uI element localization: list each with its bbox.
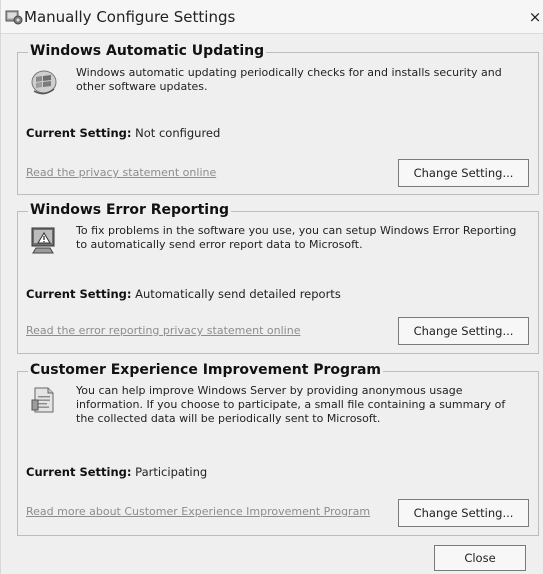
change-setting-button-error-reporting[interactable]: Change Setting... [398,317,529,345]
close-button[interactable]: Close [434,545,526,571]
group-title: Windows Error Reporting [28,202,232,218]
current-setting: Current Setting: Automatically send deta… [26,287,341,301]
group-title: Windows Automatic Updating [28,43,267,59]
current-setting-label: Current Setting: [26,126,132,140]
group-customer-experience-improvement-program: Customer Experience Improvement Program … [17,362,539,536]
current-setting-value: Not configured [135,126,221,140]
current-setting-label: Current Setting: [26,465,132,479]
group-description: Windows automatic updating periodically … [76,66,502,93]
group-windows-automatic-updating: Windows Automatic Updating Windows autom… [17,43,539,195]
error-reporting-icon [30,225,58,255]
current-setting-label: Current Setting: [26,287,132,301]
configure-settings-window: Manually Configure Settings × Windows Au… [0,0,543,574]
current-setting-value: Participating [135,465,208,479]
close-icon[interactable]: × [526,8,543,26]
windows-update-icon [30,67,58,97]
ceip-read-more-link[interactable]: Read more about Customer Experience Impr… [26,505,370,518]
current-setting: Current Setting: Participating [26,465,207,479]
change-setting-button-updating[interactable]: Change Setting... [398,159,529,187]
change-setting-button-ceip[interactable]: Change Setting... [398,499,529,527]
current-setting: Current Setting: Not configured [26,126,220,140]
group-title: Customer Experience Improvement Program [28,362,384,378]
settings-app-icon [5,9,23,25]
group-description: You can help improve Windows Server by p… [76,384,506,425]
group-description: To fix problems in the software you use,… [76,224,517,251]
privacy-statement-link[interactable]: Read the privacy statement online [26,166,216,179]
title-bar: Manually Configure Settings × [1,0,543,34]
window-title: Manually Configure Settings [24,8,236,26]
ceip-document-icon [30,385,58,415]
group-windows-error-reporting: Windows Error Reporting To fix problems … [17,202,539,354]
current-setting-value: Automatically send detailed reports [135,287,341,301]
error-reporting-privacy-link[interactable]: Read the error reporting privacy stateme… [26,324,300,337]
